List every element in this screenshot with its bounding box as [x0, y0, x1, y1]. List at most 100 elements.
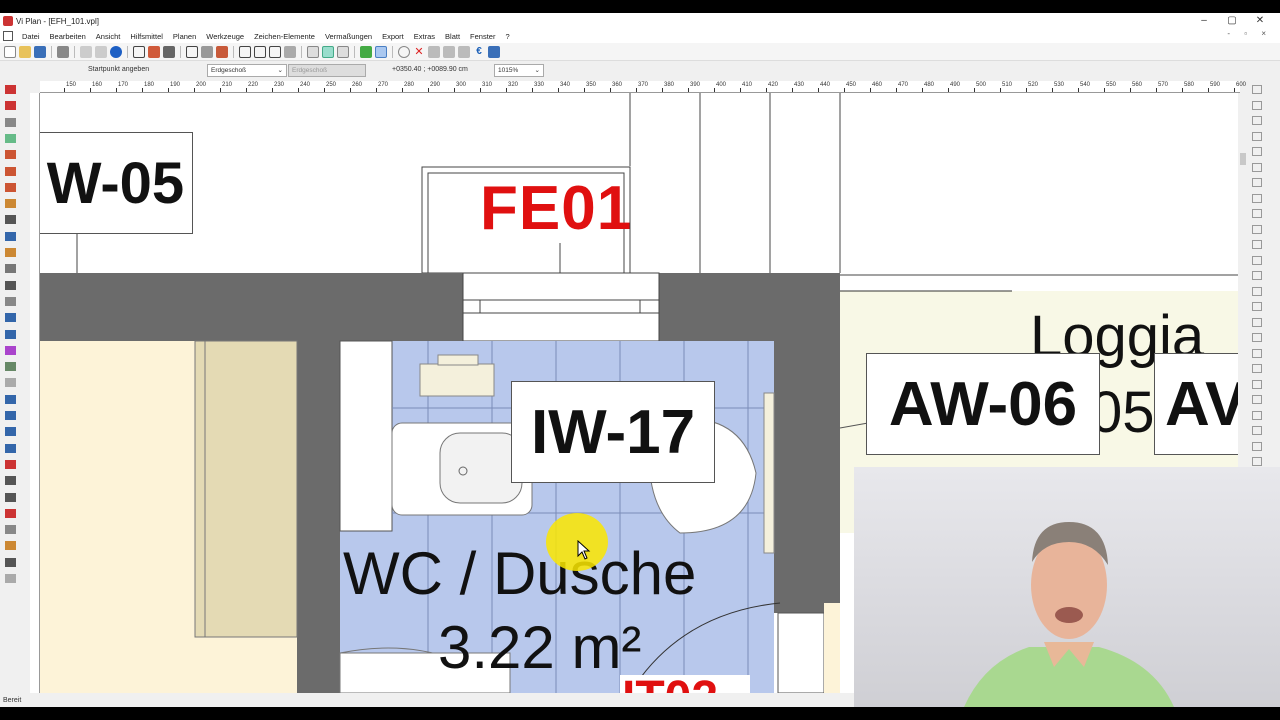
- tool-icon[interactable]: [5, 541, 16, 551]
- grid-icon[interactable]: [133, 45, 145, 58]
- wall-label-iw17[interactable]: IW-17: [511, 381, 715, 483]
- tool-icon[interactable]: [1252, 240, 1262, 249]
- tool-icon[interactable]: [5, 296, 16, 306]
- pan-hand-icon[interactable]: [284, 45, 296, 58]
- calc-icon[interactable]: [488, 45, 500, 58]
- tool-icon[interactable]: [5, 166, 16, 176]
- layers-icon[interactable]: [337, 45, 349, 58]
- tool-icon[interactable]: [5, 378, 16, 388]
- house-outline-icon[interactable]: [163, 45, 175, 58]
- tool-icon[interactable]: [5, 231, 16, 241]
- tool-icon[interactable]: [1252, 457, 1262, 466]
- zoom-out-icon[interactable]: [269, 45, 281, 58]
- tool-icon[interactable]: [5, 574, 16, 583]
- menu-bearbeiten[interactable]: Bearbeiten: [45, 32, 91, 41]
- layout-icon[interactable]: [186, 45, 198, 58]
- tool-icon[interactable]: [5, 476, 16, 486]
- print-icon[interactable]: [57, 45, 69, 58]
- house-icon[interactable]: [148, 45, 160, 58]
- menu-help[interactable]: ?: [500, 32, 514, 41]
- delete-icon[interactable]: ✕: [413, 46, 425, 58]
- menu-export[interactable]: Export: [377, 32, 409, 41]
- tool-icon[interactable]: [5, 215, 16, 225]
- menu-extras[interactable]: Extras: [409, 32, 440, 41]
- tool-icon[interactable]: [1252, 364, 1262, 373]
- minimize-button[interactable]: –: [1190, 13, 1218, 29]
- tool-icon[interactable]: [1252, 379, 1262, 389]
- tool-icon[interactable]: [5, 443, 16, 453]
- tool-icon[interactable]: [5, 264, 16, 274]
- tool-icon[interactable]: [5, 199, 16, 209]
- tool-icon[interactable]: [5, 280, 16, 290]
- view-icon[interactable]: [307, 45, 319, 58]
- open-folder-icon[interactable]: [19, 45, 31, 58]
- tool-icon[interactable]: [1252, 348, 1262, 358]
- menu-ansicht[interactable]: Ansicht: [91, 32, 126, 41]
- tool-icon[interactable]: [5, 117, 16, 127]
- menu-hilfsmittel[interactable]: Hilfsmittel: [125, 32, 168, 41]
- euro-icon[interactable]: €: [473, 46, 485, 58]
- menu-datei[interactable]: Datei: [17, 32, 45, 41]
- tool-icon[interactable]: [5, 101, 16, 111]
- maximize-button[interactable]: ▢: [1218, 13, 1246, 29]
- menu-planen[interactable]: Planen: [168, 32, 201, 41]
- tool-icon[interactable]: [5, 557, 16, 567]
- floor-dropdown[interactable]: Erdgeschoß ⌄: [207, 64, 287, 77]
- tool-icon[interactable]: [5, 459, 16, 469]
- tool-icon[interactable]: [1252, 286, 1262, 296]
- tool-icon[interactable]: [5, 508, 16, 518]
- window-label-fe01[interactable]: FE01: [480, 173, 632, 244]
- menu-zeichen-elemente[interactable]: Zeichen-Elemente: [249, 32, 320, 41]
- target-icon[interactable]: [375, 45, 387, 58]
- circle-icon[interactable]: [398, 45, 410, 58]
- tool-icon[interactable]: [1252, 116, 1262, 125]
- tool-icon[interactable]: [1252, 162, 1262, 172]
- tool-icon[interactable]: [5, 345, 16, 355]
- tool-icon[interactable]: [1252, 271, 1262, 280]
- tool-icon[interactable]: [5, 133, 16, 143]
- tool-icon[interactable]: [5, 329, 16, 339]
- tool-icon[interactable]: [1252, 147, 1262, 156]
- menu-werkzeuge[interactable]: Werkzeuge: [201, 32, 249, 41]
- tool-icon[interactable]: [1252, 317, 1262, 327]
- tool-icon[interactable]: [1252, 255, 1262, 265]
- tool-icon[interactable]: [1252, 209, 1262, 218]
- menu-blatt[interactable]: Blatt: [440, 32, 465, 41]
- tool-icon[interactable]: [5, 427, 16, 437]
- tool-icon[interactable]: [5, 362, 16, 372]
- zoom-dropdown[interactable]: 1015% ⌄: [494, 64, 544, 77]
- tool-icon[interactable]: [1252, 395, 1262, 404]
- tool-icon[interactable]: [1252, 193, 1262, 203]
- move-icon[interactable]: [428, 45, 440, 58]
- zoom-window-icon[interactable]: [239, 45, 251, 58]
- tool-icon[interactable]: [5, 411, 16, 420]
- document-icon[interactable]: [3, 31, 13, 41]
- snap-active-icon[interactable]: [322, 45, 334, 58]
- tool-icon[interactable]: [5, 525, 16, 535]
- tool-icon[interactable]: [5, 85, 16, 94]
- tool-icon[interactable]: [1252, 426, 1262, 435]
- mirror-icon[interactable]: [458, 45, 470, 58]
- chart-icon[interactable]: [360, 45, 372, 58]
- wall-label-aw06[interactable]: AW-06: [866, 353, 1100, 455]
- new-file-icon[interactable]: [4, 45, 16, 58]
- wall-label-w05[interactable]: W-05: [40, 132, 193, 234]
- tool-icon[interactable]: [5, 492, 16, 502]
- tool-icon[interactable]: [1252, 410, 1262, 420]
- menu-fenster[interactable]: Fenster: [465, 32, 500, 41]
- tool-icon[interactable]: [5, 394, 16, 404]
- vertical-scrollbar-thumb[interactable]: [1240, 153, 1246, 165]
- wall-label-aw-partial[interactable]: AV: [1154, 353, 1238, 455]
- save-icon[interactable]: [34, 45, 46, 58]
- tool-icon[interactable]: [1252, 224, 1262, 234]
- copy-icon[interactable]: [80, 45, 92, 58]
- close-button[interactable]: ✕: [1246, 13, 1274, 29]
- tool-icon[interactable]: [1252, 441, 1262, 451]
- mdi-controls[interactable]: - ▫ ×: [1227, 29, 1272, 38]
- tool-icon[interactable]: [5, 248, 16, 257]
- tool-icon[interactable]: [5, 150, 16, 160]
- tool-icon[interactable]: [1252, 333, 1262, 342]
- paste-icon[interactable]: [95, 45, 107, 58]
- tool-icon[interactable]: [1252, 100, 1262, 110]
- select-icon[interactable]: [201, 45, 213, 58]
